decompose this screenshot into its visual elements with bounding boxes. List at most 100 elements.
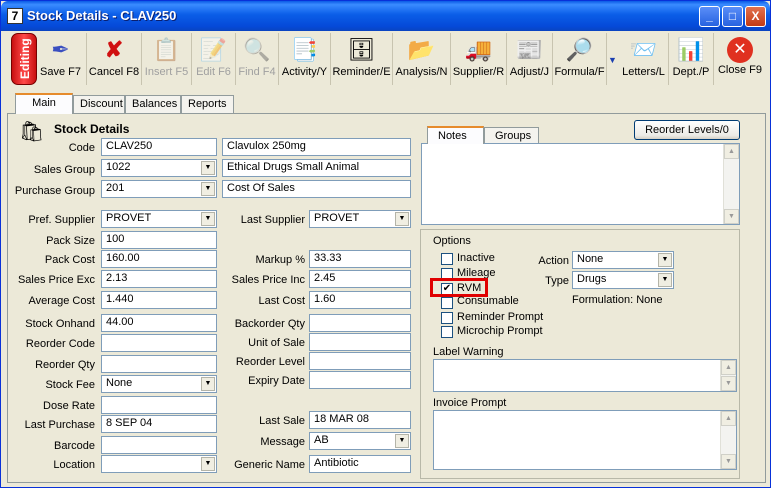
message-value: AB bbox=[314, 434, 329, 446]
save-button[interactable]: ✒ Save F7 bbox=[35, 33, 87, 85]
formula-button[interactable]: 🔎 Formula/F bbox=[553, 33, 607, 85]
chevron-down-icon[interactable]: ▼ bbox=[658, 273, 672, 287]
consumable-checkbox[interactable] bbox=[441, 297, 453, 309]
tab-notes[interactable]: Notes bbox=[427, 126, 484, 144]
letters-button[interactable]: 📨 Letters/L bbox=[619, 33, 669, 85]
inactive-checkbox[interactable] bbox=[441, 253, 453, 265]
adjust-button[interactable]: 📰 Adjust/J bbox=[507, 33, 553, 85]
chevron-down-icon[interactable]: ▼ bbox=[658, 253, 672, 267]
notes-textarea[interactable]: ▲ ▼ bbox=[421, 143, 740, 225]
chevron-down-icon[interactable]: ▼ bbox=[201, 161, 215, 175]
tab-discount[interactable]: Discount bbox=[73, 95, 125, 114]
chevron-down-icon[interactable]: ▼ bbox=[201, 377, 215, 391]
message-combo[interactable]: AB ▼ bbox=[309, 432, 411, 450]
chevron-down-icon[interactable]: ▼ bbox=[201, 457, 215, 471]
close-window-button[interactable]: X bbox=[745, 6, 766, 27]
last-supplier-combo[interactable]: PROVET ▼ bbox=[309, 210, 411, 228]
description-field[interactable]: Clavulox 250mg bbox=[222, 138, 411, 156]
sales-price-inc-field[interactable]: 2.45 bbox=[309, 270, 411, 288]
purchase-group-combo[interactable]: 201 ▼ bbox=[101, 180, 217, 198]
chevron-down-icon[interactable]: ▼ bbox=[201, 182, 215, 196]
window-title: Stock Details - CLAV250 bbox=[27, 8, 177, 23]
code-label: Code bbox=[68, 142, 95, 154]
scroll-down-icon[interactable]: ▼ bbox=[724, 209, 739, 224]
last-purchase-field[interactable]: 8 SEP 04 bbox=[101, 415, 217, 433]
formulation-label: Formulation: bbox=[572, 294, 634, 306]
edit-button[interactable]: 📝 Edit F6 bbox=[192, 33, 236, 85]
reminder-prompt-checkbox[interactable] bbox=[441, 312, 453, 324]
activity-button[interactable]: 📑 Activity/Y bbox=[279, 33, 331, 85]
stock-fee-value: None bbox=[106, 377, 133, 389]
pack-size-field[interactable]: 100 bbox=[101, 231, 217, 249]
stock-fee-combo[interactable]: None ▼ bbox=[101, 375, 217, 393]
invoice-prompt-textarea[interactable]: ▲ ▼ bbox=[433, 410, 737, 470]
scroll-up-icon[interactable]: ▲ bbox=[721, 411, 736, 426]
scroll-down-icon[interactable]: ▼ bbox=[721, 376, 736, 391]
notes-scrollbar[interactable]: ▲ ▼ bbox=[723, 144, 739, 224]
generic-name-field[interactable]: Antibiotic bbox=[309, 455, 411, 473]
last-cost-field[interactable]: 1.60 bbox=[309, 291, 411, 309]
last-supplier-label: Last Supplier bbox=[240, 214, 305, 226]
barcode-field[interactable] bbox=[101, 436, 217, 454]
reorder-qty-field[interactable] bbox=[101, 355, 217, 373]
pack-size-label: Pack Size bbox=[46, 235, 95, 247]
tab-main[interactable]: Main bbox=[15, 93, 73, 114]
pref-supplier-combo[interactable]: PROVET ▼ bbox=[101, 210, 217, 228]
pref-supplier-value: PROVET bbox=[106, 212, 152, 224]
backorder-qty-field[interactable] bbox=[309, 314, 411, 332]
pen-icon: ✒ bbox=[51, 37, 70, 62]
sales-price-exc-field[interactable]: 2.13 bbox=[101, 270, 217, 288]
microchip-prompt-checkbox[interactable] bbox=[441, 326, 453, 338]
label-warning-title: Label Warning bbox=[433, 346, 504, 358]
minimize-button[interactable]: _ bbox=[699, 6, 720, 27]
reorder-level-field[interactable] bbox=[309, 352, 411, 370]
code-field[interactable]: CLAV250 bbox=[101, 138, 217, 156]
insert-button[interactable]: 📋 Insert F5 bbox=[142, 33, 192, 85]
consumable-label: Consumable bbox=[457, 295, 519, 307]
markup-field[interactable]: 33.33 bbox=[309, 250, 411, 268]
location-combo[interactable]: ▼ bbox=[101, 455, 217, 473]
type-combo[interactable]: Drugs ▼ bbox=[572, 271, 674, 289]
markup-label: Markup % bbox=[255, 254, 305, 266]
label-warning-scrollbar[interactable]: ▲ ▼ bbox=[720, 360, 736, 391]
chevron-down-icon[interactable]: ▼ bbox=[395, 434, 409, 448]
scroll-down-icon[interactable]: ▼ bbox=[721, 454, 736, 469]
dose-rate-field[interactable] bbox=[101, 396, 217, 414]
sales-group-combo[interactable]: 1022 ▼ bbox=[101, 159, 217, 177]
analysis-button[interactable]: 📂 Analysis/N bbox=[393, 33, 451, 85]
cancel-label: Cancel F8 bbox=[88, 66, 140, 78]
barcode-label: Barcode bbox=[54, 440, 95, 452]
stock-onhand-field[interactable]: 44.00 bbox=[101, 314, 217, 332]
tab-reports[interactable]: Reports bbox=[181, 95, 234, 114]
last-purchase-label: Last Purchase bbox=[24, 419, 95, 431]
tab-balances[interactable]: Balances bbox=[125, 95, 181, 114]
formula-dropdown-arrow-icon[interactable]: ▼ bbox=[608, 55, 618, 65]
maximize-button[interactable]: □ bbox=[722, 6, 743, 27]
scroll-up-icon[interactable]: ▲ bbox=[721, 360, 736, 375]
action-combo[interactable]: None ▼ bbox=[572, 251, 674, 269]
reminder-icon: 🗄 bbox=[347, 37, 376, 62]
label-warning-textarea[interactable]: ▲ ▼ bbox=[433, 359, 737, 392]
expiry-date-label: Expiry Date bbox=[248, 375, 305, 387]
type-value: Drugs bbox=[577, 273, 607, 285]
reorder-code-field[interactable] bbox=[101, 334, 217, 352]
chevron-down-icon[interactable]: ▼ bbox=[395, 212, 409, 226]
find-button[interactable]: 🔍 Find F4 bbox=[236, 33, 279, 85]
cancel-button[interactable]: ✘ Cancel F8 bbox=[87, 33, 142, 85]
chevron-down-icon[interactable]: ▼ bbox=[201, 212, 215, 226]
expiry-date-field[interactable] bbox=[309, 371, 411, 389]
average-cost-field[interactable]: 1.440 bbox=[101, 291, 217, 309]
pack-cost-field[interactable]: 160.00 bbox=[101, 250, 217, 268]
supplier-button[interactable]: 🚚 Supplier/R bbox=[451, 33, 507, 85]
unit-of-sale-field[interactable] bbox=[309, 333, 411, 351]
reminder-button[interactable]: 🗄 Reminder/E bbox=[331, 33, 393, 85]
purchase-group-value: 201 bbox=[106, 182, 125, 194]
reorder-levels-button[interactable]: Reorder Levels/0 bbox=[634, 120, 740, 140]
scroll-up-icon[interactable]: ▲ bbox=[724, 144, 739, 159]
invoice-prompt-scrollbar[interactable]: ▲ ▼ bbox=[720, 411, 736, 469]
formula-label: Formula/F bbox=[554, 66, 605, 78]
last-sale-field[interactable]: 18 MAR 08 bbox=[309, 411, 411, 429]
dept-button[interactable]: 📊 Dept./P bbox=[669, 33, 714, 85]
close-button[interactable]: ✕ Close F9 bbox=[714, 33, 766, 85]
backorder-qty-label: Backorder Qty bbox=[234, 318, 305, 330]
